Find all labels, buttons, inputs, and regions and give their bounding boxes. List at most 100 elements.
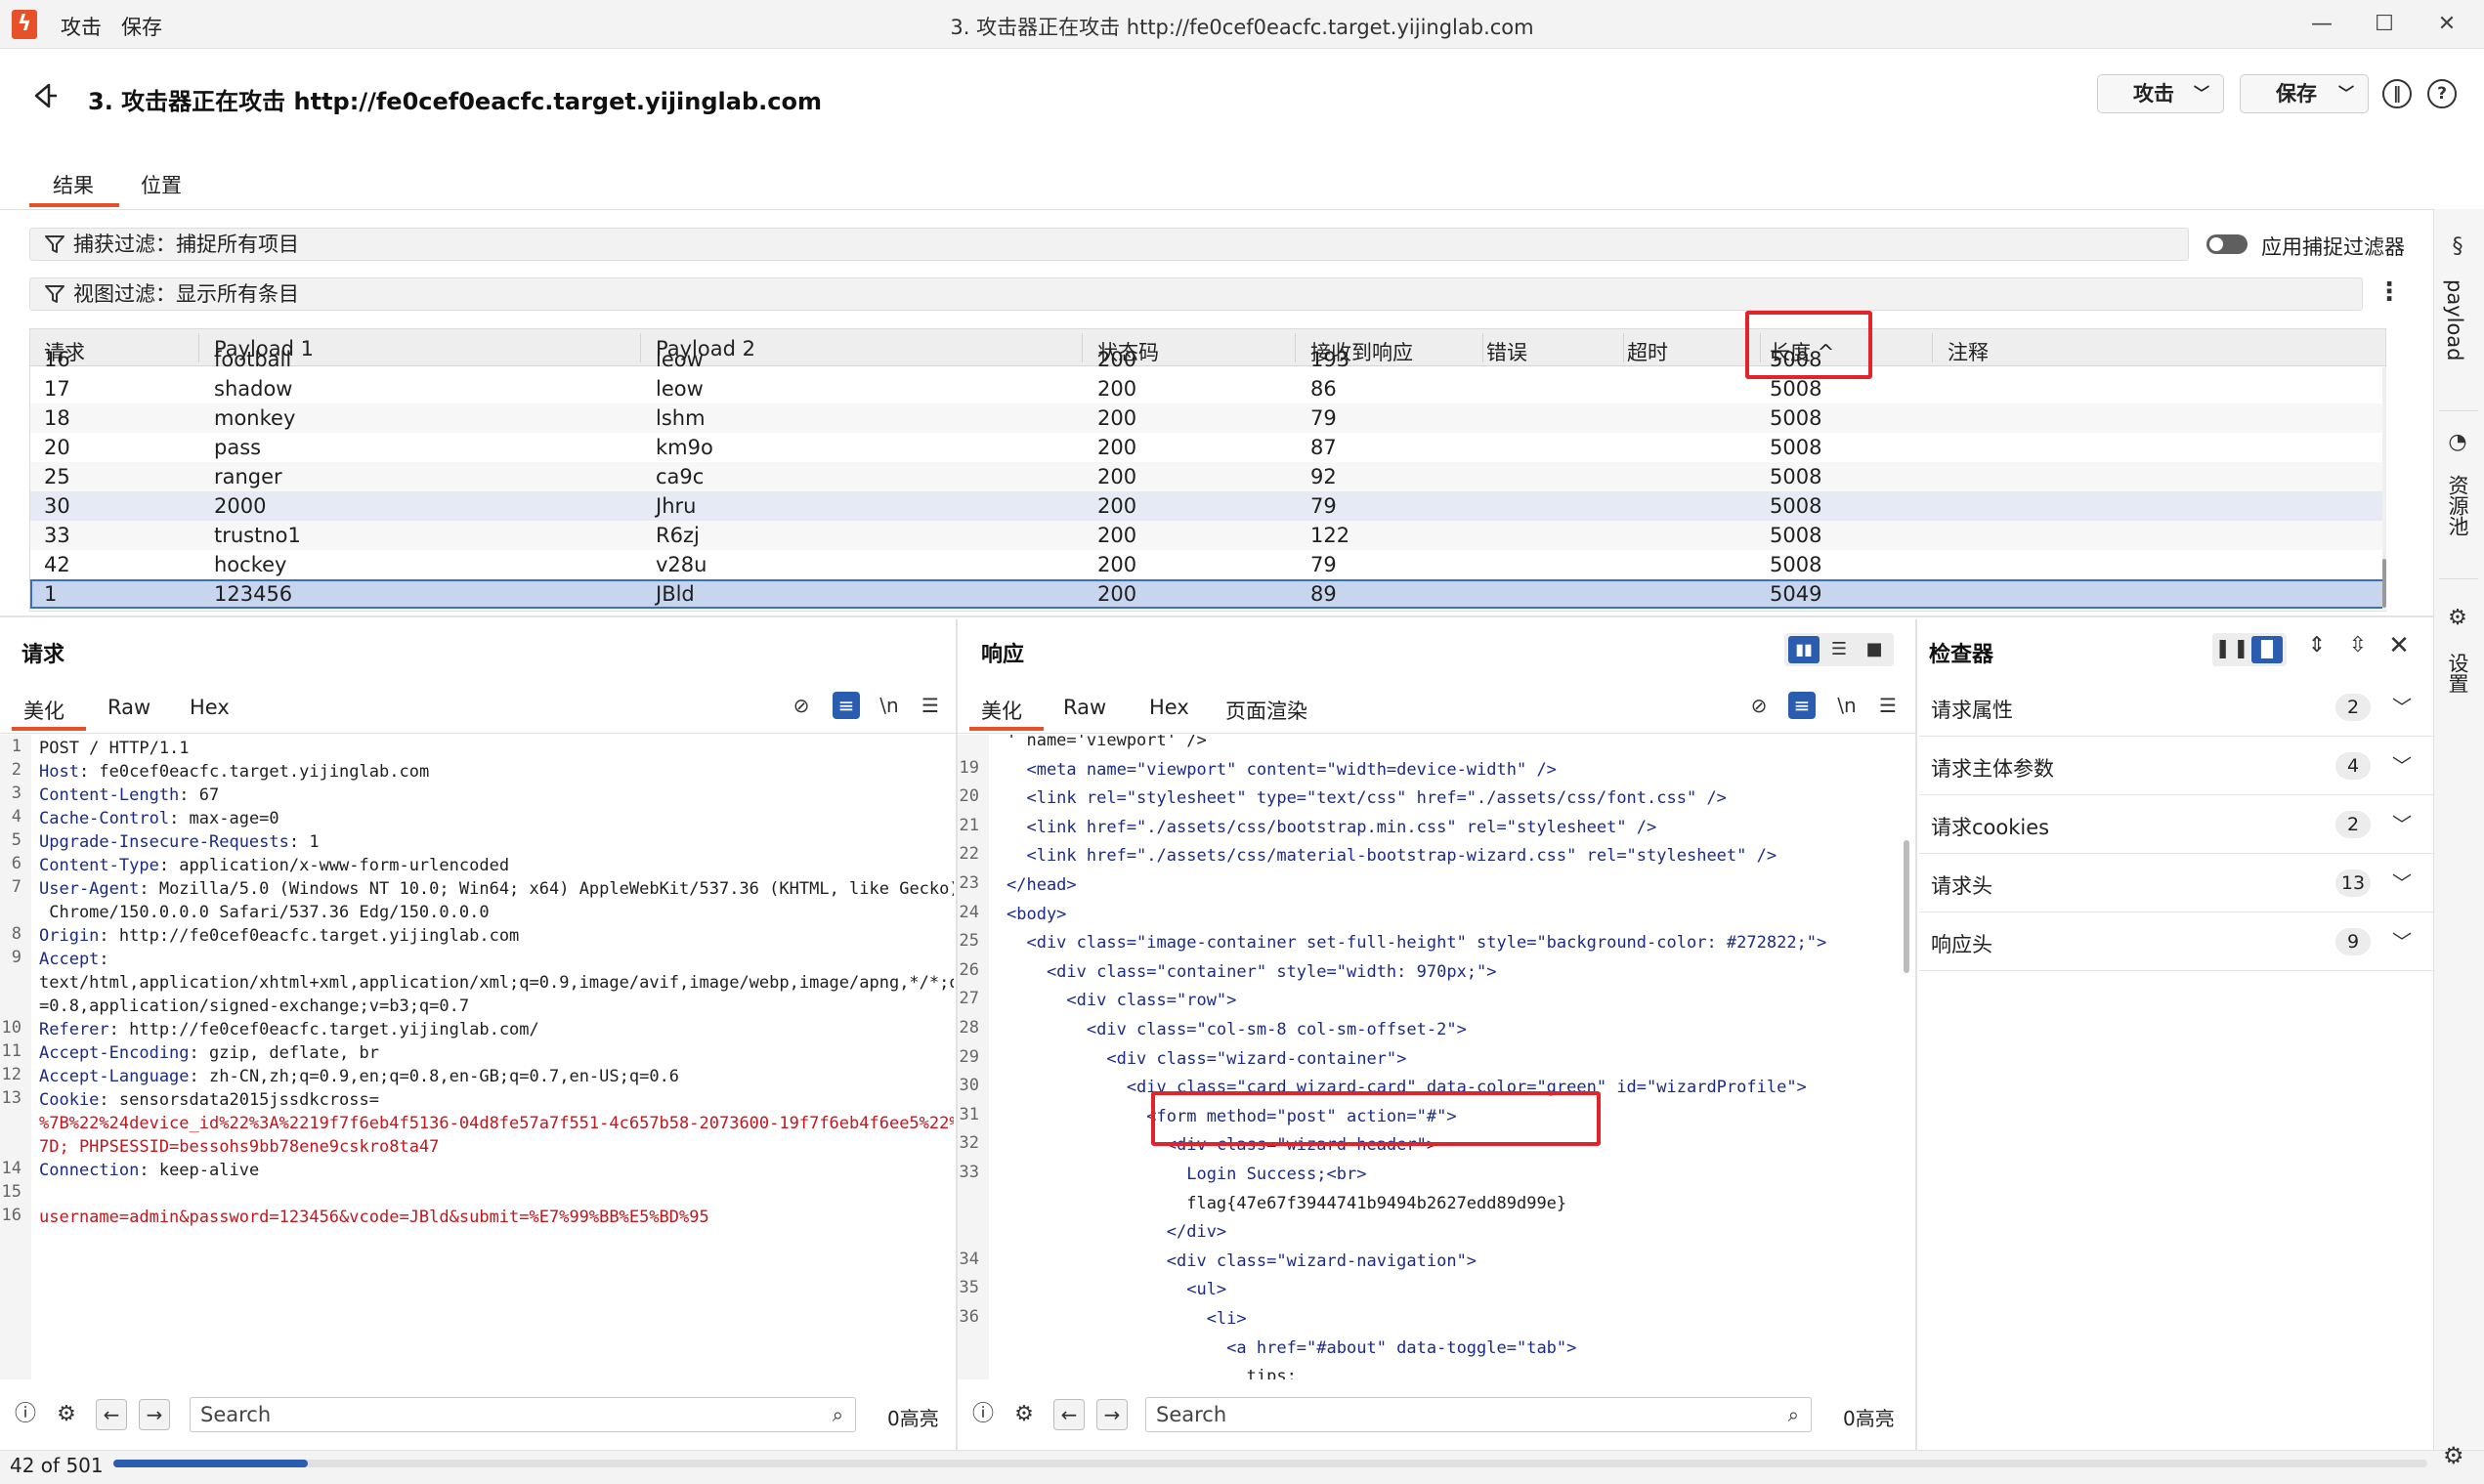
menu-save[interactable]: 保存 (121, 12, 162, 41)
resp-tab-render[interactable]: 页面渲染 (1225, 696, 1307, 725)
resp-tab-hex[interactable]: Hex (1149, 696, 1189, 719)
attack-dropdown-button[interactable]: 攻击 ﹀ (2097, 74, 2224, 113)
save-dropdown-button[interactable]: 保存 ﹀ (2240, 74, 2369, 113)
response-line: Login Success;<br> (1006, 1165, 1367, 1184)
req-tab-pretty[interactable]: 美化 (23, 696, 64, 725)
progress-fill (113, 1460, 308, 1467)
collapse-all-icon[interactable]: ⇳ (2343, 633, 2373, 662)
tab-results[interactable]: 结果 (53, 170, 94, 199)
resp-tab-pretty[interactable]: 美化 (981, 696, 1022, 725)
pause-icon[interactable]: ‖ (2382, 79, 2412, 108)
panel-left-icon[interactable]: ▌▐ (2216, 636, 2248, 663)
view-filter-bar[interactable]: 视图过滤：显示所有条目 (29, 277, 2363, 311)
table-row[interactable]: 30 2000 Jhru 200 79 5008 (30, 491, 2385, 521)
sidebar-settings[interactable]: 设置 (2443, 653, 2472, 694)
inspector-section[interactable]: 请求属性 2 ﹀ (1919, 678, 2433, 737)
sidebar-payload[interactable]: payload (2443, 279, 2466, 361)
table-row[interactable]: 20 pass km9o 200 87 5008 (30, 433, 2385, 462)
apply-capture-filter-toggle[interactable] (2206, 234, 2248, 254)
help-icon[interactable]: ? (2427, 79, 2457, 108)
payload-icon[interactable]: § (2443, 234, 2472, 264)
sidebar-resource-pool[interactable]: 资源池 (2443, 475, 2472, 536)
request-line: POST / HTTP/1.1 (39, 737, 190, 760)
table-scroll-thumb[interactable] (2382, 559, 2386, 608)
inspector-section[interactable]: 响应头 9 ﹀ (1919, 912, 2433, 971)
response-scroll-thumb[interactable] (1904, 840, 1909, 973)
chevron-down-icon[interactable]: ﹀ (2392, 809, 2412, 837)
menu-attack[interactable]: 攻击 (61, 12, 102, 41)
request-editor[interactable]: 1 POST / HTTP/1.1 2 Host: fe0cef0eacfc.targ… (0, 735, 954, 1379)
settings-gear-icon[interactable]: ⚙ (2443, 1442, 2464, 1469)
line-number: 36 (959, 1307, 979, 1327)
table-cell: 17 (44, 377, 70, 401)
more-options-icon[interactable]: ⋮ (2377, 277, 2402, 307)
newline-toggle-icon[interactable]: \n (876, 692, 903, 719)
resource-pool-icon[interactable]: ◔ (2443, 430, 2472, 459)
inspector-section[interactable]: 请求主体参数 4 ﹀ (1919, 737, 2433, 795)
line-number: 3 (11, 784, 21, 803)
settings-gear-icon[interactable]: ⚙ (2443, 606, 2472, 635)
close-icon[interactable]: ✕ (2384, 631, 2414, 660)
table-cell: ranger (214, 465, 282, 488)
chevron-down-icon[interactable]: ﹀ (2392, 926, 2412, 954)
settings-gear-icon[interactable]: ⚙ (51, 1399, 82, 1430)
chevron-down-icon[interactable]: ﹀ (2392, 868, 2412, 896)
table-row[interactable]: 33 trustno1 R6zj 200 122 5008 (30, 521, 2385, 550)
response-editor[interactable]: ' name='viewport' /> 19 <meta name="viewp… (958, 735, 1913, 1379)
request-line: Accept-Language: zh-CN,zh;q=0.9,en;q=0.8… (39, 1065, 679, 1088)
close-window-button[interactable]: ✕ (2418, 6, 2476, 43)
table-row[interactable]: 25 ranger ca9c 200 92 5008 (30, 462, 2385, 491)
wrap-lines-icon[interactable]: ≡ (833, 692, 860, 719)
menu-icon[interactable]: ☰ (1874, 692, 1902, 719)
hide-eye-icon[interactable]: ⊘ (788, 692, 815, 719)
table-cell: 5008 (1770, 406, 1822, 430)
chevron-down-icon[interactable]: ﹀ (2392, 750, 2412, 779)
menu-icon[interactable]: ☰ (917, 692, 944, 719)
inspector-section[interactable]: 请求头 13 ﹀ (1919, 854, 2433, 912)
pane-splitter[interactable] (1915, 619, 1917, 1450)
table-row[interactable]: 18 monkey lshm 200 79 5008 (30, 403, 2385, 433)
single-pane-icon[interactable]: ■ (1859, 636, 1890, 663)
panel-right-icon[interactable]: ▐▌ (2251, 636, 2283, 663)
line-number: 28 (959, 1018, 979, 1038)
prev-match-arrow-icon[interactable]: ← (1053, 1399, 1085, 1430)
page-title: 3. 攻击器正在攻击 http://fe0cef0eacfc.target.yi… (88, 88, 822, 115)
response-line: <div class="row"> (1006, 991, 1237, 1011)
chevron-down-icon[interactable]: ﹀ (2392, 692, 2412, 720)
req-tab-hex[interactable]: Hex (190, 696, 230, 719)
response-line: <div class="col-sm-8 col-sm-offset-2"> (1006, 1020, 1467, 1039)
tab-positions[interactable]: 位置 (141, 170, 182, 199)
help-icon[interactable]: ⓘ (10, 1399, 41, 1430)
newline-toggle-icon[interactable]: \n (1833, 692, 1861, 719)
header-key: Host (39, 762, 79, 782)
table-row[interactable]: 17 shadow leow 200 86 5008 (30, 374, 2385, 403)
table-row[interactable]: 16 football leow 200 193 5008 (30, 345, 2385, 374)
split-vertical-icon[interactable]: ☰ (1823, 636, 1855, 663)
req-tab-raw[interactable]: Raw (107, 696, 150, 719)
settings-gear-icon[interactable]: ⚙ (1008, 1399, 1040, 1430)
line-number: 9 (11, 948, 21, 967)
expand-all-icon[interactable]: ⇕ (2302, 633, 2332, 662)
table-cell: 200 (1097, 582, 1137, 606)
hide-eye-icon[interactable]: ⊘ (1745, 692, 1773, 719)
inspector-count-badge: 9 (2335, 928, 2371, 955)
inspector-section[interactable]: 请求cookies 2 ﹀ (1919, 795, 2433, 854)
line-number: 20 (959, 786, 979, 807)
response-search-input[interactable]: Search ⌕ (1145, 1397, 1812, 1432)
help-icon[interactable]: ⓘ (967, 1399, 999, 1430)
prev-match-arrow-icon[interactable]: ← (96, 1399, 127, 1430)
request-search-input[interactable]: Search ⌕ (190, 1397, 856, 1432)
next-match-arrow-icon[interactable]: → (1096, 1399, 1128, 1430)
table-row[interactable]: 1 123456 JBld 200 89 5049 (30, 579, 2385, 609)
back-icon[interactable] (27, 78, 63, 113)
request-line: Host: fe0cef0eacfc.target.yijinglab.com (39, 760, 429, 784)
minimize-button[interactable]: — (2292, 6, 2351, 43)
table-row[interactable]: 42 hockey v28u 200 79 5008 (30, 550, 2385, 579)
resp-tab-raw[interactable]: Raw (1063, 696, 1106, 719)
next-match-arrow-icon[interactable]: → (139, 1399, 170, 1430)
wrap-lines-icon[interactable]: ≡ (1788, 692, 1816, 719)
maximize-button[interactable]: ☐ (2355, 6, 2414, 43)
split-horizontal-icon[interactable]: ▮▮ (1788, 636, 1820, 663)
capture-filter-bar[interactable]: 捕获过滤：捕捉所有项目 (29, 228, 2189, 261)
table-cell: 200 (1097, 494, 1137, 518)
